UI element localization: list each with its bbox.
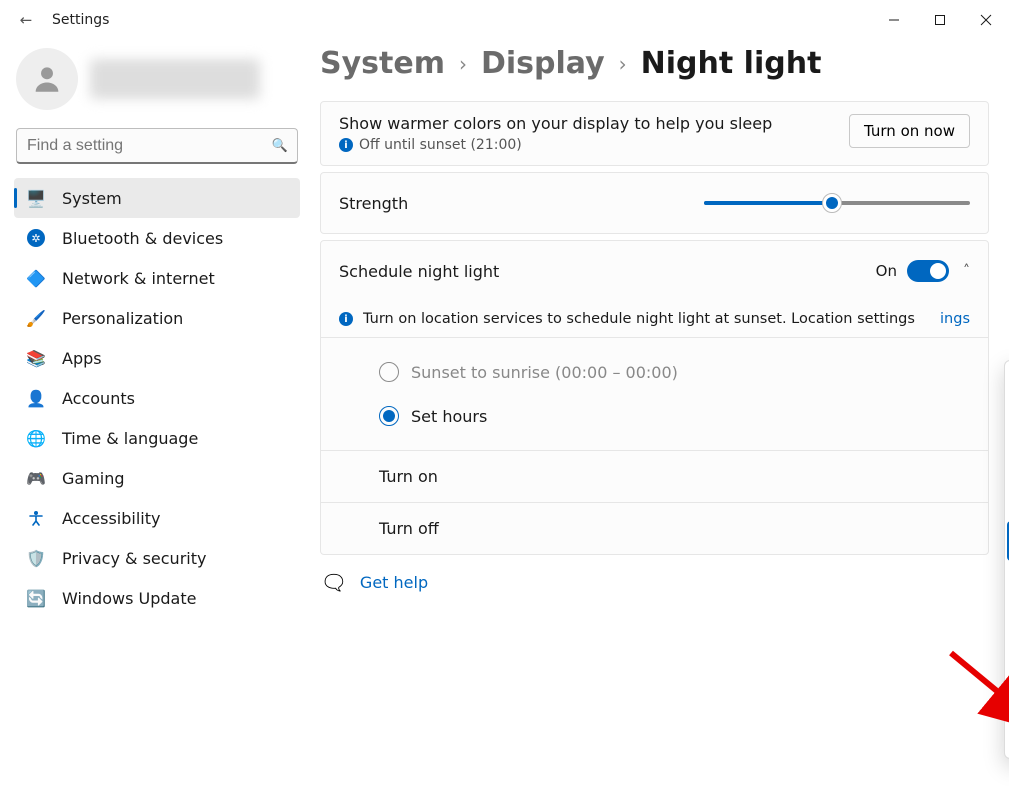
chevron-up-icon[interactable]: ˄ (963, 263, 970, 279)
close-button[interactable] (963, 4, 1009, 36)
schedule-card: Schedule night light On ˄ i Turn on loca… (320, 240, 989, 555)
sidebar-item-label: Gaming (62, 469, 125, 488)
description-title: Show warmer colors on your display to he… (339, 114, 849, 133)
get-help-link[interactable]: Get help (360, 573, 428, 592)
strength-slider[interactable] (704, 193, 970, 213)
window-title: Settings (52, 12, 109, 28)
sidebar-item-label: Time & language (62, 429, 198, 448)
breadcrumb: System › Display › Night light (320, 46, 989, 81)
sidebar-item-accessibility[interactable]: Accessibility (14, 498, 300, 538)
nav-item-icon: 👤 (26, 389, 46, 408)
turn-on-now-button[interactable]: Turn on now (849, 114, 970, 148)
picker-hour-cell[interactable]: 12 (1005, 601, 1009, 641)
chevron-right-icon: › (459, 52, 467, 76)
sidebar-item-label: Windows Update (62, 589, 196, 608)
location-info-text: Turn on location services to schedule ni… (363, 311, 930, 327)
nav-list: 🖥️ System ✲ Bluetooth & devices 🔷 Network & i… (14, 178, 300, 618)
location-settings-link[interactable]: ings (940, 311, 970, 327)
picker-hour-cell[interactable]: 6 (1005, 361, 1009, 401)
night-light-description-card: Show warmer colors on your display to he… (320, 101, 989, 166)
set-hours-option-label: Set hours (411, 407, 487, 426)
sunset-option-label: Sunset to sunrise (00:00 – 00:00) (411, 363, 678, 382)
avatar (16, 48, 78, 110)
nav-item-icon: 🖌️ (26, 309, 46, 328)
minimize-button[interactable] (871, 4, 917, 36)
sidebar-item-label: Network & internet (62, 269, 215, 288)
help-row: 🗨️ Get help (320, 573, 989, 592)
sidebar-item-label: Personalization (62, 309, 183, 328)
sidebar-item-personalization[interactable]: 🖌️ Personalization (14, 298, 300, 338)
description-status: Off until sunset (21:00) (359, 137, 522, 153)
schedule-toggle[interactable] (907, 260, 949, 282)
schedule-options: Sunset to sunrise (00:00 – 00:00) Set ho… (321, 338, 988, 451)
content: System › Display › Night light Show warm… (308, 40, 1009, 809)
account-header[interactable] (14, 40, 300, 128)
back-button[interactable]: ← (10, 11, 42, 29)
hour-wheel[interactable]: 678910111212 (1005, 361, 1009, 717)
sidebar-item-label: Accounts (62, 389, 135, 408)
turn-off-time-row[interactable]: Turn off (321, 503, 988, 554)
annotation-arrow (943, 645, 1009, 750)
sidebar-item-windows-update[interactable]: 🔄 Windows Update (14, 578, 300, 618)
nav-item-icon: 🌐 (26, 429, 46, 448)
sidebar-item-system[interactable]: 🖥️ System (14, 178, 300, 218)
info-icon: i (339, 312, 353, 326)
sidebar-item-label: System (62, 189, 122, 208)
sidebar-item-label: Bluetooth & devices (62, 229, 223, 248)
schedule-label: Schedule night light (339, 262, 876, 281)
picker-hour-cell[interactable]: 9 (1005, 481, 1009, 521)
picker-accept-button[interactable] (1005, 718, 1009, 758)
info-icon: i (339, 138, 353, 152)
breadcrumb-current: Night light (641, 46, 822, 81)
picker-hour-cell[interactable]: 10 (1005, 521, 1009, 561)
sidebar-item-privacy-security[interactable]: 🛡️ Privacy & security (14, 538, 300, 578)
picker-hour-cell[interactable]: 11 (1005, 561, 1009, 601)
schedule-state-label: On (876, 262, 897, 280)
schedule-set-hours-option[interactable]: Set hours (379, 394, 970, 438)
search-input[interactable] (16, 128, 298, 164)
help-icon: 🗨️ (324, 573, 344, 592)
breadcrumb-system[interactable]: System (320, 46, 445, 81)
nav-item-icon: 🔷 (26, 269, 46, 288)
bluetooth-icon: ✲ (26, 229, 46, 247)
sidebar-item-gaming[interactable]: 🎮 Gaming (14, 458, 300, 498)
picker-hour-cell[interactable]: 7 (1005, 401, 1009, 441)
sidebar-item-label: Apps (62, 349, 102, 368)
sidebar: 🔍 🖥️ System ✲ Bluetooth & devices 🔷 Network &… (0, 40, 308, 809)
sidebar-item-label: Accessibility (62, 509, 160, 528)
sidebar-item-network-internet[interactable]: 🔷 Network & internet (14, 258, 300, 298)
strength-card: Strength (320, 172, 989, 234)
chevron-right-icon: › (619, 52, 627, 76)
radio-checked-icon (379, 406, 399, 426)
radio-icon (379, 362, 399, 382)
nav-item-icon: 📚 (26, 349, 46, 368)
nav-item-icon: 🖥️ (26, 189, 46, 208)
nav-item-icon: 🎮 (26, 469, 46, 488)
strength-label: Strength (339, 194, 704, 213)
turn-on-time-row[interactable]: Turn on (321, 451, 988, 503)
sidebar-item-bluetooth-devices[interactable]: ✲ Bluetooth & devices (14, 218, 300, 258)
turn-off-label: Turn off (379, 519, 439, 538)
turn-on-label: Turn on (379, 467, 438, 486)
picker-hour-cell[interactable]: 1 (1005, 641, 1009, 681)
account-name-redacted (90, 59, 260, 99)
maximize-button[interactable] (917, 4, 963, 36)
sidebar-item-time-language[interactable]: 🌐 Time & language (14, 418, 300, 458)
sidebar-item-apps[interactable]: 📚 Apps (14, 338, 300, 378)
accessibility-icon (26, 510, 46, 526)
time-picker: 678910111212 001530450015304500 AMPM (1004, 360, 1009, 759)
search-icon: 🔍 (272, 139, 288, 154)
picker-hour-cell[interactable]: 2 (1005, 681, 1009, 717)
breadcrumb-display[interactable]: Display (481, 46, 605, 81)
titlebar: ← Settings (0, 0, 1009, 40)
picker-hour-cell[interactable]: 8 (1005, 441, 1009, 481)
sidebar-item-accounts[interactable]: 👤 Accounts (14, 378, 300, 418)
nav-item-icon: 🔄 (26, 589, 46, 608)
nav-item-icon: 🛡️ (26, 549, 46, 568)
sidebar-item-label: Privacy & security (62, 549, 206, 568)
location-info-bar: i Turn on location services to schedule … (321, 301, 988, 338)
search-box[interactable]: 🔍 (16, 128, 298, 164)
schedule-sunset-option: Sunset to sunrise (00:00 – 00:00) (379, 350, 970, 394)
